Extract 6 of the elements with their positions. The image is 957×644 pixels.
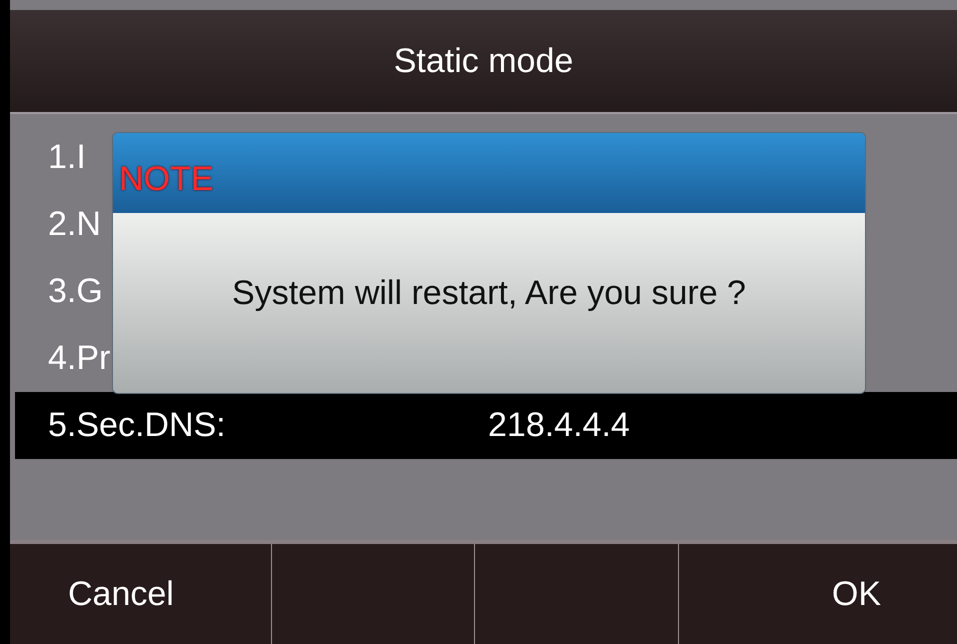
cancel-softkey[interactable]: Cancel (10, 544, 272, 644)
list-item[interactable]: 5.Sec.DNS: 218.4.4.4 (15, 392, 957, 459)
dialog-message: System will restart, Are you sure ? (232, 274, 746, 312)
ok-softkey[interactable]: OK (678, 544, 957, 644)
dialog-title: NOTE (119, 160, 214, 199)
screen-title: Static mode (394, 42, 574, 80)
